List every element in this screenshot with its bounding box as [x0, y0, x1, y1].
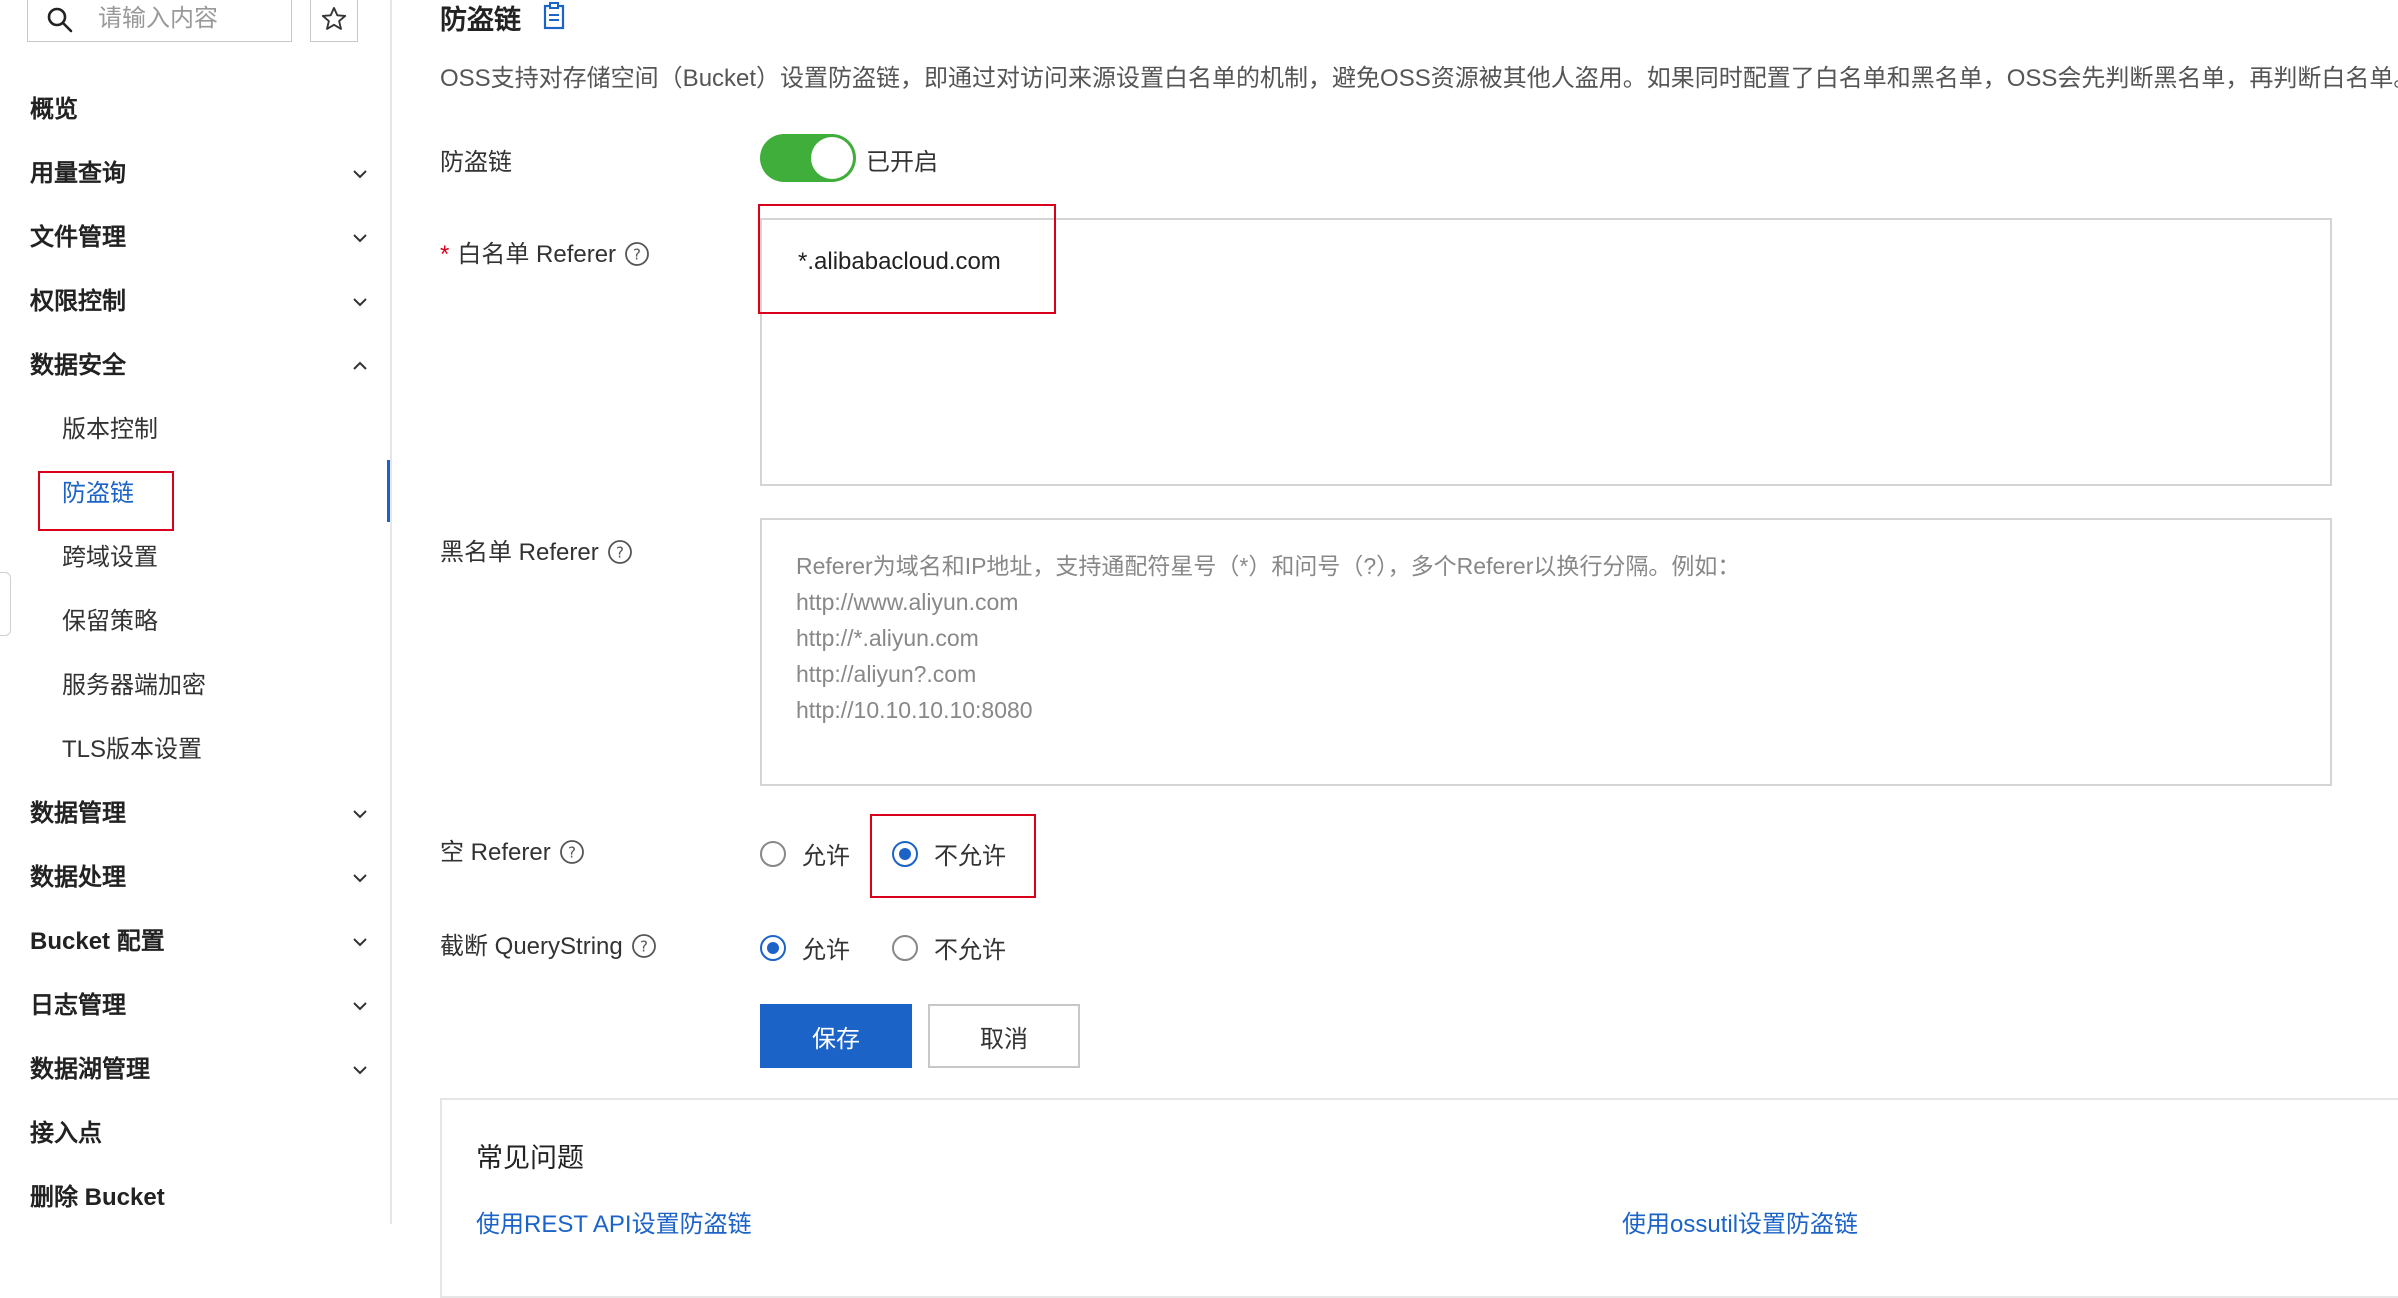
faq-title: 常见问题 — [476, 1143, 584, 1173]
menu-item-data-lake[interactable]: 数据湖管理 — [30, 1050, 370, 1090]
truncate-qs-allow-radio[interactable]: 允许 — [760, 930, 850, 965]
menu-item-label: 接入点 — [30, 1120, 102, 1147]
chevron-down-icon — [353, 810, 367, 819]
highlight-box-whitelist — [758, 204, 1056, 314]
menu-item-label: 日志管理 — [30, 992, 126, 1019]
menu-item-usage[interactable]: 用量查询 — [30, 154, 370, 194]
svg-text:?: ? — [640, 938, 648, 956]
help-icon[interactable]: ? — [607, 539, 633, 565]
empty-referer-allow-radio[interactable]: 允许 — [760, 836, 850, 871]
truncate-qs-label-text: 截断 QueryString — [440, 933, 623, 960]
blacklist-label-text: 黑名单 Referer — [440, 539, 599, 566]
faq-link-ossutil[interactable]: 使用ossutil设置防盗链 — [1622, 1204, 1858, 1239]
radio-circle — [892, 934, 918, 961]
blacklist-textarea[interactable]: Referer为域名和IP地址，支持通配符星号（*）和问号（?），多个Refer… — [760, 518, 2332, 786]
menu-item-label: 权限控制 — [30, 288, 126, 315]
sidebar: 概览 用量查询 文件管理 权限控制 数据安全 版本控制 防盗链 跨域设置 保留策… — [0, 0, 392, 1224]
chevron-down-icon — [353, 298, 367, 307]
menu-item-data-processing[interactable]: 数据处理 — [30, 858, 370, 898]
search-box[interactable] — [27, 0, 292, 42]
menu-item-logs[interactable]: 日志管理 — [30, 986, 370, 1026]
hotlink-label: 防盗链 — [440, 149, 512, 176]
highlight-box-empty-referer — [870, 814, 1036, 898]
main-content: 防盗链 OSS支持对存储空间（Bucket）设置防盗链，即通过对访问来源设置白名… — [392, 0, 2398, 1298]
sidebar-item-cors[interactable]: 跨域设置 — [62, 538, 362, 578]
menu-item-permissions[interactable]: 权限控制 — [30, 282, 370, 322]
menu-item-label: 数据管理 — [30, 800, 126, 827]
truncate-qs-label: 截断 QueryString? — [440, 926, 657, 961]
highlight-box-sidebar — [38, 471, 174, 531]
menu-item-label: 概览 — [30, 96, 78, 123]
empty-referer-label-text: 空 Referer — [440, 839, 551, 866]
svg-text:?: ? — [568, 844, 576, 862]
blacklist-label: 黑名单 Referer? — [440, 532, 633, 567]
empty-referer-label: 空 Referer? — [440, 832, 585, 867]
sidebar-item-encryption[interactable]: 服务器端加密 — [62, 666, 362, 706]
radio-label: 允许 — [802, 843, 850, 870]
placeholder-line: Referer为域名和IP地址，支持通配符星号（*）和问号（?），多个Refer… — [796, 553, 1741, 579]
truncate-qs-deny-radio[interactable]: 不允许 — [892, 930, 1006, 965]
help-icon[interactable]: ? — [631, 933, 657, 959]
menu-item-data-management[interactable]: 数据管理 — [30, 794, 370, 834]
placeholder-line: http://*.aliyun.com — [796, 625, 979, 651]
chevron-down-icon — [353, 938, 367, 947]
active-indicator — [387, 460, 390, 522]
radio-circle — [760, 840, 786, 867]
page-title: 防盗链 — [440, 5, 521, 35]
search-icon — [47, 7, 73, 33]
whitelist-label-text: 白名单 Referer — [457, 241, 617, 268]
sidebar-item-versioning[interactable]: 版本控制 — [62, 410, 362, 450]
required-mark: * — [440, 241, 450, 268]
radio-label: 不允许 — [934, 937, 1006, 964]
cancel-button[interactable]: 取消 — [928, 1004, 1080, 1068]
menu-item-access-points[interactable]: 接入点 — [30, 1114, 370, 1154]
svg-text:?: ? — [616, 544, 624, 562]
page-description: OSS支持对存储空间（Bucket）设置防盗链，即通过对访问来源设置白名单的机制… — [440, 65, 2398, 92]
document-icon[interactable] — [542, 2, 566, 32]
sidebar-item-retention[interactable]: 保留策略 — [62, 602, 362, 642]
hotlink-toggle[interactable] — [760, 134, 856, 182]
chevron-down-icon — [353, 1066, 367, 1075]
placeholder-line: http://aliyun?.com — [796, 661, 977, 687]
star-icon — [321, 6, 347, 30]
faq-link-rest-api[interactable]: 使用REST API设置防盗链 — [476, 1204, 752, 1239]
faq-panel: 常见问题 使用REST API设置防盗链 使用ossutil设置防盗链 — [440, 1098, 2398, 1298]
menu-item-label: 数据处理 — [30, 864, 126, 891]
toggle-knob — [811, 137, 853, 179]
placeholder-line: http://10.10.10.10:8080 — [796, 697, 1033, 723]
menu-item-label: 文件管理 — [30, 224, 126, 251]
menu-item-bucket-config[interactable]: Bucket 配置 — [30, 922, 370, 962]
menu-item-label: 数据湖管理 — [30, 1056, 150, 1083]
menu-item-data-security[interactable]: 数据安全 — [30, 346, 370, 386]
radio-circle — [760, 934, 786, 961]
menu-item-overview[interactable]: 概览 — [30, 90, 370, 130]
sidebar-item-tls[interactable]: TLS版本设置 — [62, 730, 362, 770]
favorite-button[interactable] — [310, 0, 358, 42]
chevron-down-icon — [353, 170, 367, 179]
menu-item-label: 用量查询 — [30, 160, 126, 187]
whitelist-label: * 白名单 Referer? — [440, 234, 650, 269]
chevron-down-icon — [353, 874, 367, 883]
blacklist-placeholder: Referer为域名和IP地址，支持通配符星号（*）和问号（?），多个Refer… — [796, 548, 1740, 728]
help-icon[interactable]: ? — [559, 839, 585, 865]
menu-item-delete-bucket[interactable]: 删除 Bucket — [30, 1178, 370, 1218]
menu-item-label: 数据安全 — [30, 352, 126, 379]
menu-item-files[interactable]: 文件管理 — [30, 218, 370, 258]
help-icon[interactable]: ? — [624, 241, 650, 267]
menu-item-label: 删除 Bucket — [30, 1184, 165, 1211]
hotlink-status: 已开启 — [866, 149, 938, 176]
chevron-down-icon — [353, 234, 367, 243]
menu-item-label: Bucket 配置 — [30, 928, 165, 955]
radio-label: 允许 — [802, 937, 850, 964]
chevron-up-icon — [353, 361, 367, 370]
search-input[interactable] — [96, 3, 280, 35]
svg-text:?: ? — [633, 246, 641, 264]
placeholder-line: http://www.aliyun.com — [796, 589, 1019, 615]
save-button[interactable]: 保存 — [760, 1004, 912, 1068]
chevron-down-icon — [353, 1002, 367, 1011]
sidebar-collapse-handle[interactable] — [0, 572, 11, 636]
